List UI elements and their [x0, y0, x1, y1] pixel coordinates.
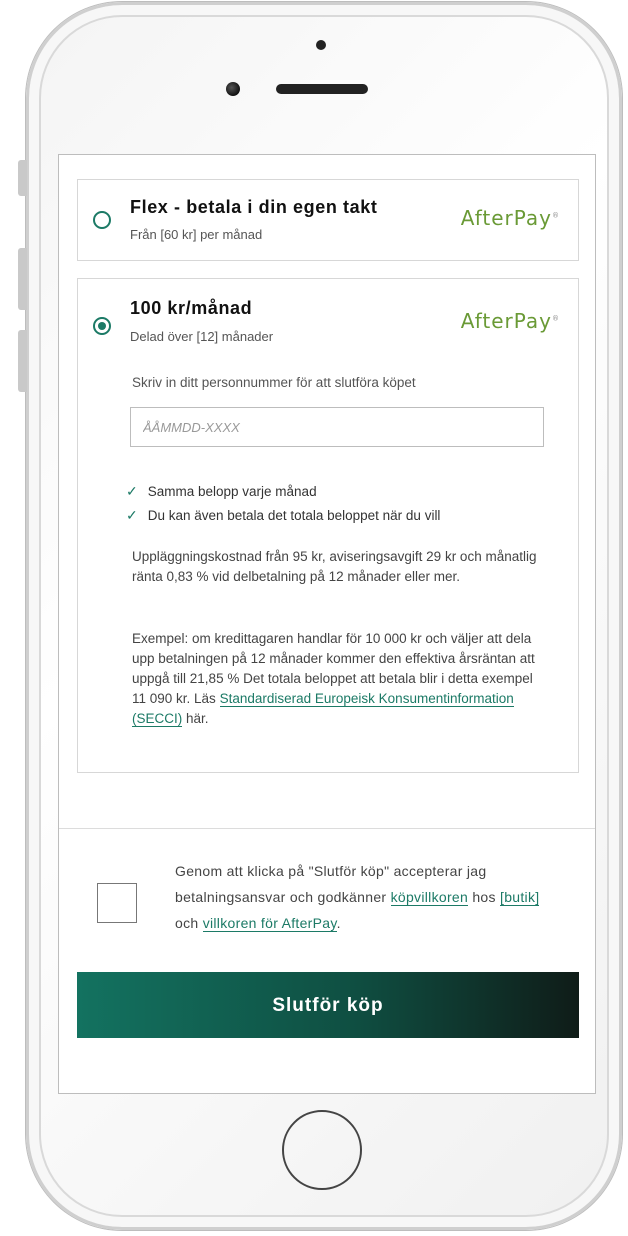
earpiece-speaker — [276, 84, 368, 94]
check-icon: ✓ — [126, 483, 138, 499]
benefit-item: ✓ Du kan även betala det totala beloppet … — [126, 507, 441, 523]
afterpay-logo: AfterPay® — [460, 206, 560, 230]
proximity-sensor — [316, 40, 326, 50]
option-title: 100 kr/månad — [130, 298, 253, 318]
fees-text: Uppläggningskostnad från 95 kr, aviserin… — [132, 549, 537, 584]
purchase-terms-link[interactable]: köpvillkoren — [390, 889, 469, 906]
radio-checked-icon[interactable] — [93, 317, 111, 335]
terms-checkbox[interactable] — [97, 883, 137, 923]
complete-purchase-button[interactable]: Slutför köp — [77, 972, 579, 1038]
option-subtitle: Delad över [12] månader — [130, 329, 274, 344]
payment-option-flex[interactable]: Flex - betala i din egen takt Från [60 k… — [77, 179, 579, 261]
radio-unchecked-icon[interactable] — [93, 211, 111, 229]
check-icon: ✓ — [126, 507, 138, 523]
terms-text: Genom att klicka på "Slutför köp" accept… — [175, 863, 540, 932]
front-camera-icon — [226, 82, 240, 96]
ssn-label: Skriv in ditt personnummer för att slutf… — [132, 375, 416, 390]
home-button[interactable] — [282, 1110, 362, 1190]
option-title: Flex - betala i din egen takt — [130, 197, 378, 217]
mute-switch — [18, 160, 27, 196]
checkout-screen: Flex - betala i din egen takt Från [60 k… — [58, 154, 596, 1094]
store-link[interactable]: [butik] — [500, 889, 540, 906]
example-text: Exempel: om kredittagaren handlar för 10… — [132, 631, 535, 727]
afterpay-logo: AfterPay® — [460, 309, 560, 333]
ssn-input[interactable] — [130, 407, 544, 447]
option-subtitle: Från [60 kr] per månad — [130, 227, 263, 242]
benefit-item: ✓ Samma belopp varje månad — [126, 483, 317, 499]
volume-up-button — [18, 248, 27, 310]
section-divider — [59, 828, 595, 829]
volume-down-button — [18, 330, 27, 392]
payment-option-monthly[interactable]: 100 kr/månad Delad över [12] månader Aft… — [77, 278, 579, 773]
afterpay-terms-link[interactable]: villkoren för AfterPay — [202, 915, 337, 932]
